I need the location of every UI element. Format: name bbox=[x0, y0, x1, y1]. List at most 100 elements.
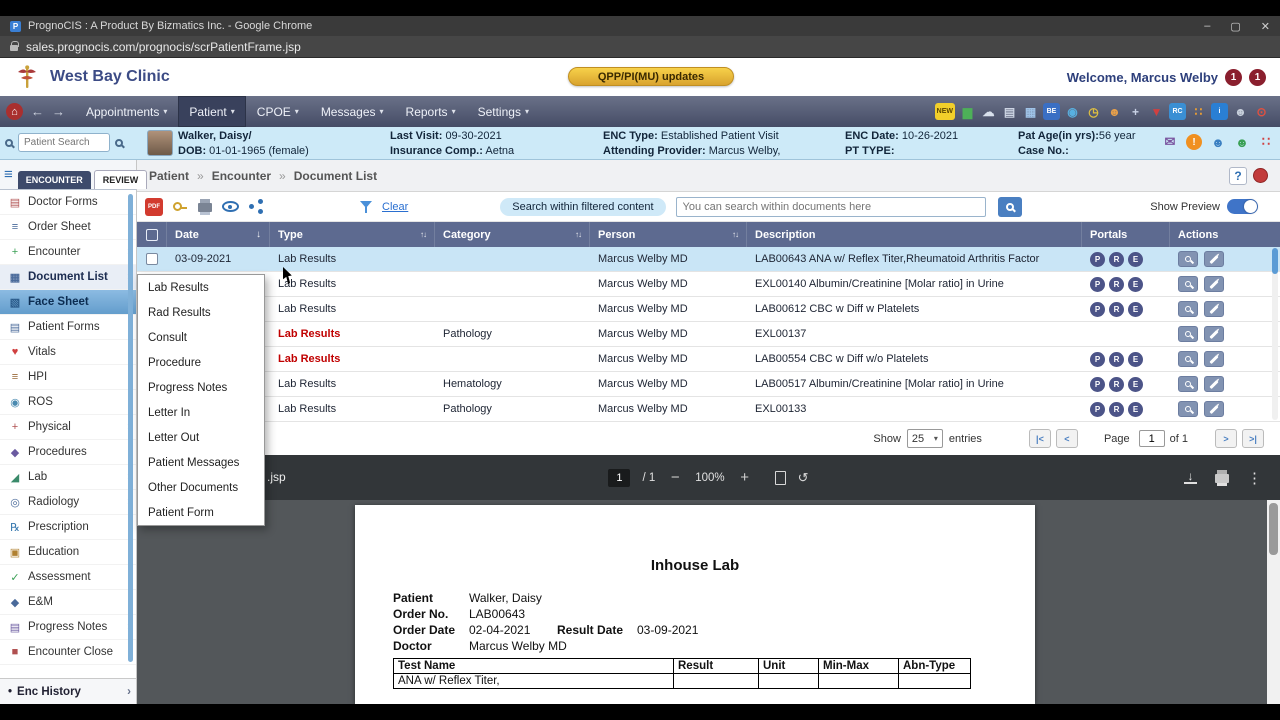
download-icon[interactable]: ↓ bbox=[1184, 470, 1197, 484]
portal-r-icon[interactable]: R bbox=[1109, 301, 1124, 317]
breadcrumb-patient[interactable]: Patient bbox=[149, 169, 189, 183]
table-row[interactable]: Lab Results Marcus Welby MD EXL00140 Album… bbox=[137, 272, 1280, 297]
column-header-person[interactable]: Person ↑↓ bbox=[590, 222, 747, 247]
tab-encounter[interactable]: ENCOUNTER bbox=[17, 171, 91, 189]
pdf-page-input[interactable]: 1 bbox=[608, 468, 631, 487]
filter-icon[interactable] bbox=[360, 200, 372, 213]
portal-user-icon[interactable]: ☻ bbox=[1210, 134, 1226, 150]
dropdown-item-letter-in[interactable]: Letter In bbox=[138, 400, 264, 425]
portal-e-icon[interactable]: E bbox=[1128, 351, 1143, 367]
sidebar-item-hpi[interactable]: ≡ HPI bbox=[0, 365, 136, 390]
sidebar-item-ros[interactable]: ◉ ROS bbox=[0, 390, 136, 415]
add-user-icon[interactable]: ☻ bbox=[1234, 134, 1250, 150]
column-header-type[interactable]: Type ↑↓ bbox=[270, 222, 435, 247]
print-icon[interactable] bbox=[198, 199, 212, 215]
dropdown-item-consult[interactable]: Consult bbox=[138, 325, 264, 350]
sidebar-item-encounter-close[interactable]: ■ Encounter Close bbox=[0, 640, 136, 665]
sidebar-item-lab[interactable]: ◢Lab› bbox=[0, 465, 136, 490]
info-icon[interactable]: i bbox=[1211, 103, 1228, 120]
zoom-in-button[interactable]: + bbox=[737, 469, 753, 486]
edit-document-button[interactable] bbox=[1204, 326, 1224, 342]
table-row[interactable]: Lab Results Marcus Welby MD LAB00612 CBC w… bbox=[137, 297, 1280, 322]
table-row[interactable]: Lab Results Hematology Marcus Welby MD LAB0… bbox=[137, 372, 1280, 397]
sidebar-item-progress-notes[interactable]: ▤Progress Notes› bbox=[0, 615, 136, 640]
sidebar-item-prescription[interactable]: ℞ Prescription bbox=[0, 515, 136, 540]
export-pdf-icon[interactable]: PDF bbox=[145, 197, 163, 216]
row-checkbox[interactable] bbox=[146, 253, 158, 265]
share-icon[interactable] bbox=[249, 199, 264, 214]
view-document-button[interactable] bbox=[1178, 301, 1198, 317]
breadcrumb-encounter[interactable]: Encounter bbox=[212, 169, 271, 183]
dropdown-item-other-documents[interactable]: Other Documents bbox=[138, 475, 264, 500]
dropdown-item-progress-notes[interactable]: Progress Notes bbox=[138, 375, 264, 400]
sidebar-item-patient-forms[interactable]: ▤ Patient Forms bbox=[0, 315, 136, 340]
portal-p-icon[interactable]: P bbox=[1090, 276, 1105, 292]
table-row[interactable]: 03-09-2021 Lab Results Marcus Welby MD LAB0… bbox=[137, 247, 1280, 272]
view-document-button[interactable] bbox=[1178, 351, 1198, 367]
portal-e-icon[interactable]: E bbox=[1128, 401, 1143, 417]
quick-apps-icon[interactable]: ∷ bbox=[1258, 134, 1274, 150]
home-icon[interactable]: ⌂ bbox=[6, 103, 23, 120]
portal-p-icon[interactable]: P bbox=[1090, 376, 1105, 392]
edit-document-button[interactable] bbox=[1204, 276, 1224, 292]
sort-desc-icon[interactable]: ↓ bbox=[256, 229, 261, 240]
portal-p-icon[interactable]: P bbox=[1090, 301, 1105, 317]
table-scrollbar[interactable] bbox=[1272, 248, 1278, 420]
whats-new-icon[interactable]: NEW bbox=[934, 103, 955, 120]
minimize-button[interactable]: – bbox=[1204, 20, 1210, 33]
pdf-scrollbar[interactable] bbox=[1267, 500, 1280, 704]
portal-e-icon[interactable]: E bbox=[1128, 251, 1143, 267]
keyboard-icon[interactable]: ▦ bbox=[1022, 103, 1039, 120]
portal-e-icon[interactable]: E bbox=[1128, 301, 1143, 317]
sidebar-item-face-sheet[interactable]: ▧Face Sheet› bbox=[0, 290, 136, 315]
help-button[interactable]: ? bbox=[1229, 166, 1247, 185]
first-page-button[interactable]: |< bbox=[1028, 429, 1051, 448]
portal-p-icon[interactable]: P bbox=[1090, 351, 1105, 367]
tab-review[interactable]: REVIEW bbox=[93, 170, 148, 189]
view-document-button[interactable] bbox=[1178, 401, 1198, 417]
notification-badge-1[interactable]: 1 bbox=[1225, 68, 1242, 86]
portal-p-icon[interactable]: P bbox=[1090, 251, 1105, 267]
key-icon[interactable] bbox=[173, 202, 187, 211]
next-page-button[interactable]: > bbox=[1215, 429, 1237, 448]
pdf-print-icon[interactable] bbox=[1215, 470, 1229, 486]
select-all-checkbox[interactable] bbox=[145, 228, 158, 241]
portal-r-icon[interactable]: R bbox=[1109, 351, 1124, 367]
fax-mail-icon[interactable]: ✉ bbox=[1162, 134, 1178, 150]
patient-avatar[interactable] bbox=[147, 130, 173, 156]
table-row[interactable]: Lab Results Marcus Welby MD LAB00554 CBC w… bbox=[137, 347, 1280, 372]
dropdown-item-patient-messages[interactable]: Patient Messages bbox=[138, 450, 264, 475]
zoom-out-button[interactable]: − bbox=[667, 469, 683, 486]
user-search-icon[interactable]: ☻ bbox=[1106, 103, 1123, 120]
maximize-button[interactable]: ▢ bbox=[1230, 20, 1240, 33]
show-preview-toggle[interactable] bbox=[1227, 199, 1258, 214]
cloud-icon[interactable]: ☁ bbox=[980, 103, 997, 120]
edit-document-button[interactable] bbox=[1204, 251, 1224, 267]
logout-icon[interactable]: ⊙ bbox=[1253, 103, 1270, 120]
preview-icon[interactable] bbox=[222, 201, 239, 212]
nav-item-patient[interactable]: Patient ▾ bbox=[178, 96, 246, 127]
sidebar-scrollbar[interactable] bbox=[128, 194, 133, 662]
sort-icon[interactable]: ↑↓ bbox=[575, 230, 582, 239]
portal-r-icon[interactable]: R bbox=[1109, 376, 1124, 392]
dropdown-item-rad-results[interactable]: Rad Results bbox=[138, 300, 264, 325]
fit-page-icon[interactable] bbox=[774, 470, 786, 485]
back-arrow-icon[interactable]: ← bbox=[31, 104, 44, 119]
apps-icon[interactable]: ∷ bbox=[1190, 103, 1207, 120]
sidebar-item-doctor-forms[interactable]: ▤ Doctor Forms bbox=[0, 190, 136, 215]
globe-icon[interactable]: ◉ bbox=[1064, 103, 1081, 120]
column-header-description[interactable]: Description bbox=[747, 222, 1082, 247]
sidebar-item-assessment[interactable]: ✓ Assessment bbox=[0, 565, 136, 590]
table-row[interactable]: Lab Results Pathology Marcus Welby MD EXL00… bbox=[137, 322, 1280, 347]
patient-search-input[interactable] bbox=[18, 133, 110, 152]
menu-icon[interactable]: ≡ bbox=[4, 166, 13, 183]
portal-e-icon[interactable]: E bbox=[1128, 376, 1143, 392]
sort-icon[interactable]: ↑↓ bbox=[420, 230, 427, 239]
forward-arrow-icon[interactable]: → bbox=[52, 104, 65, 119]
sidebar-item-procedures[interactable]: ◆ Procedures bbox=[0, 440, 136, 465]
entries-select[interactable]: 25 ▾ bbox=[906, 429, 943, 448]
panel-toggle-icon[interactable] bbox=[1253, 168, 1268, 183]
nav-item-reports[interactable]: Reports ▾ bbox=[395, 96, 467, 127]
page-number-input[interactable] bbox=[1138, 430, 1165, 447]
portal-r-icon[interactable]: R bbox=[1109, 276, 1124, 292]
